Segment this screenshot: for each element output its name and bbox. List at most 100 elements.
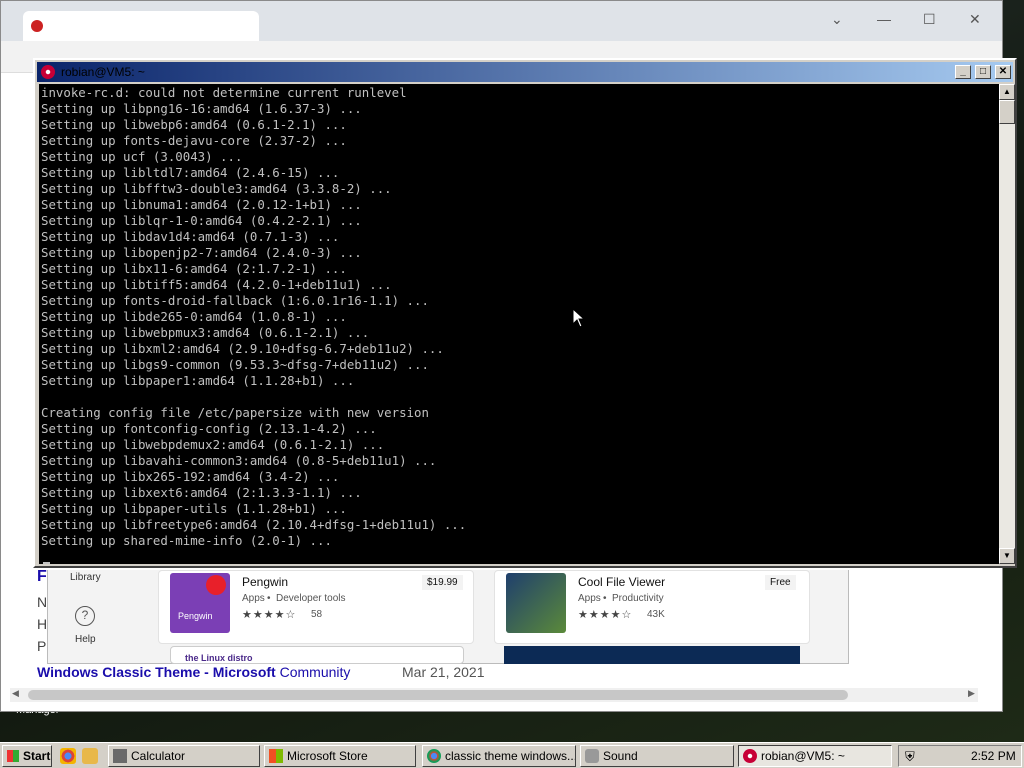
star-rating: ★★★★☆ (578, 609, 633, 621)
store-window[interactable]: Library ? Help Pengwin Pengwin Apps • De… (47, 570, 849, 664)
taskbar-item-terminal[interactable]: robian@VM5: ~ (738, 745, 892, 767)
debian-icon (41, 65, 55, 79)
terminal-line: invoke-rc.d: could not determine current… (41, 85, 407, 100)
folder-icon[interactable] (82, 748, 98, 764)
nav-help[interactable]: Help (75, 634, 96, 645)
terminal-line: Setting up libwebp6:amd64 (0.6.1-2.1) ..… (41, 117, 347, 132)
scroll-thumb[interactable] (999, 100, 1015, 124)
app-card-cool-file-viewer[interactable]: Cool File Viewer Apps • Productivity Fre… (494, 570, 810, 644)
app-subcategory: Developer tools (276, 593, 346, 604)
terminal-line: Setting up libavahi-common3:amd64 (0.8-5… (41, 453, 437, 468)
result-link-text-tail: Community (275, 664, 351, 680)
terminal-output[interactable]: invoke-rc.d: could not determine current… (39, 84, 999, 564)
store-nav: Library ? Help (48, 570, 120, 664)
help-icon[interactable]: ? (75, 606, 95, 626)
terminal-line: Setting up libwebpdemux2:amd64 (0.6.1-2.… (41, 437, 385, 452)
clock[interactable]: 2:52 PM (971, 749, 1016, 763)
result-date: Mar 21, 2021 (402, 664, 485, 680)
minimize-button[interactable]: _ (955, 65, 971, 79)
scroll-up-icon[interactable]: ▲ (999, 84, 1015, 100)
browser-tabstrip: ⌄ — ☐ ✕ (1, 1, 1002, 41)
horizontal-scrollbar[interactable]: ◀ ▶ (10, 688, 978, 702)
terminal-line: Setting up liblqr-1-0:amd64 (0.4.2-2.1) … (41, 213, 362, 228)
terminal-line: Setting up libpaper1:amd64 (1.1.28+b1) .… (41, 373, 355, 388)
terminal-line: Setting up libx265-192:amd64 (3.4-2) ... (41, 469, 340, 484)
app-card-pengwin[interactable]: Pengwin Pengwin Apps • Developer tools $… (158, 570, 474, 644)
terminal-line: Setting up libgs9-common (9.53.3~dfsg-7+… (41, 357, 429, 372)
maximize-button[interactable]: □ (975, 65, 991, 79)
app-price[interactable]: Free (765, 575, 796, 590)
close-button[interactable]: ✕ (995, 65, 1011, 79)
app-price[interactable]: $19.99 (422, 575, 463, 590)
taskbar-item-store[interactable]: Microsoft Store (264, 745, 416, 767)
app-subcategory: Productivity (612, 593, 664, 604)
rating-count: 43K (647, 609, 665, 620)
terminal-line: Setting up libfreetype6:amd64 (2.10.4+df… (41, 517, 467, 532)
terminal-line: Setting up libfftw3-double3:amd64 (3.3.8… (41, 181, 392, 196)
vertical-scrollbar[interactable]: ▲ ▼ (999, 84, 1015, 564)
nav-library[interactable]: Library (70, 572, 101, 583)
promo-banner-text: the Linux distro (185, 653, 253, 663)
terminal-line: Setting up libnuma1:amd64 (2.0.12-1+b1) … (41, 197, 362, 212)
task-label: Sound (603, 749, 638, 763)
task-label: Calculator (131, 749, 186, 763)
terminal-title: robian@VM5: ~ (61, 65, 145, 79)
rating-count: 58 (311, 609, 323, 620)
app-screenshot-preview[interactable] (504, 646, 800, 664)
terminal-line: Setting up libxml2:amd64 (2.9.10+dfsg-6.… (41, 341, 444, 356)
favicon-icon (31, 20, 43, 32)
app-category-dot: • (603, 593, 607, 604)
terminal-window[interactable]: robian@VM5: ~ _ □ ✕ invoke-rc.d: could n… (33, 58, 1017, 568)
chrome-icon[interactable] (60, 748, 76, 764)
calculator-icon (113, 749, 127, 763)
terminal-line: Setting up libltdl7:amd64 (2.4.6-15) ... (41, 165, 340, 180)
debian-icon (743, 749, 757, 763)
security-shield-icon[interactable]: ⛨ (905, 749, 915, 765)
close-icon[interactable]: ✕ (969, 11, 981, 28)
taskbar: Start Calculator Microsoft Store classic… (0, 742, 1024, 768)
scroll-down-icon[interactable]: ▼ (999, 548, 1015, 564)
badge-icon (206, 575, 226, 595)
speaker-icon (585, 749, 599, 763)
terminal-line: Creating config file /etc/papersize with… (41, 405, 429, 420)
result-link-text: Windows Classic Theme - (37, 664, 213, 680)
terminal-line: Setting up libtiff5:amd64 (4.2.0-1+deb11… (41, 277, 392, 292)
mouse-pointer-icon (572, 308, 586, 328)
task-label: Microsoft Store (287, 749, 368, 763)
search-result-link[interactable]: Windows Classic Theme - Microsoft Commun… (37, 664, 350, 680)
maximize-icon[interactable]: ☐ (923, 11, 936, 28)
taskbar-item-browser[interactable]: classic theme windows... (422, 745, 576, 767)
store-icon (269, 749, 283, 763)
taskbar-item-sound[interactable]: Sound (580, 745, 734, 767)
terminal-line: Setting up libpaper-utils (1.1.28+b1) ..… (41, 501, 347, 516)
start-button[interactable]: Start (2, 745, 52, 767)
terminal-line: Setting up fonts-droid-fallback (1:6.0.1… (41, 293, 429, 308)
terminal-line: Setting up fonts-dejavu-core (2.37-2) ..… (41, 133, 347, 148)
terminal-line: Setting up fontconfig-config (2.13.1-4.2… (41, 421, 377, 436)
terminal-line: Setting up libwebpmux3:amd64 (0.6.1-2.1)… (41, 325, 370, 340)
result-link-text-bold: Microsoft (212, 664, 276, 680)
page-edge-letter: P (37, 638, 47, 654)
promo-banner[interactable]: the Linux distro (170, 646, 464, 664)
terminal-line: Setting up libdav1d4:amd64 (0.7.1-3) ... (41, 229, 340, 244)
pengwin-app-icon: Pengwin (170, 573, 230, 633)
minimize-icon[interactable]: — (877, 11, 891, 27)
scroll-left-icon[interactable]: ◀ (12, 688, 19, 699)
terminal-titlebar[interactable]: robian@VM5: ~ _ □ ✕ (37, 62, 1013, 82)
start-label: Start (23, 749, 51, 763)
browser-tab[interactable] (23, 11, 259, 41)
star-rating: ★★★★☆ (242, 609, 297, 621)
terminal-line: Setting up libx11-6:amd64 (2:1.7.2-1) ..… (41, 261, 347, 276)
pengwin-logo-text: Pengwin (178, 611, 213, 621)
terminal-line: Setting up libpng16-16:amd64 (1.6.37-3) … (41, 101, 362, 116)
scroll-thumb[interactable] (28, 690, 848, 700)
page-edge-letter: H (37, 616, 48, 632)
taskbar-item-calculator[interactable]: Calculator (108, 745, 260, 767)
app-category: Apps (578, 593, 601, 604)
terminal-line: Setting up shared-mime-info (2.0-1) ... (41, 533, 332, 548)
scroll-right-icon[interactable]: ▶ (968, 688, 975, 699)
tab-search-icon[interactable]: ⌄ (831, 11, 843, 28)
terminal-cursor (43, 562, 50, 564)
terminal-prompt-line (39, 549, 999, 564)
